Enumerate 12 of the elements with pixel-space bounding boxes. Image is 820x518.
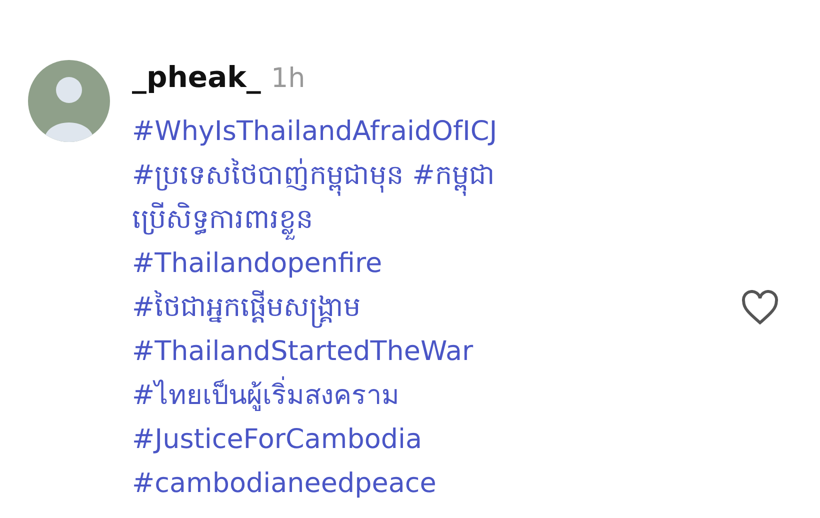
hashtag-link[interactable]: #ไทยเป็นผู้เริ่มสงคราม xyxy=(132,374,400,418)
hashtag-link[interactable]: #ThailandStartedTheWar xyxy=(132,330,474,374)
heart-icon[interactable] xyxy=(740,290,780,326)
hashtag-link[interactable]: #JusticeForCambodia xyxy=(132,418,422,462)
hashtag-link[interactable]: #ប្រទេសថៃបាញ់កម្ពុជាមុន #កម្ពុជា xyxy=(132,154,495,198)
timestamp: 1h xyxy=(270,63,306,94)
hashtag-link[interactable]: #ថៃជាអ្នកផ្តើមសង្គ្រាម xyxy=(132,286,361,330)
hashtag-link[interactable]: #Thailandopenfire xyxy=(132,242,382,286)
hashtag-link[interactable]: #WhyIsThailandAfraidOfICJ xyxy=(132,110,498,154)
hashtag-link[interactable]: #cambodianeedpeace xyxy=(132,462,436,506)
username[interactable]: _pheak_ xyxy=(132,60,261,94)
hashtag-link[interactable]: ប្រើសិទ្ធការពារខ្លួន xyxy=(132,198,313,242)
